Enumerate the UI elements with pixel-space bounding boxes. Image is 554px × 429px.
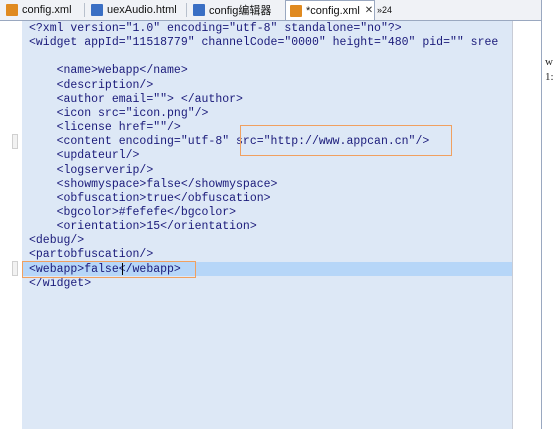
- tab-overflow-button[interactable]: »24: [377, 1, 392, 19]
- code-line[interactable]: </widget>: [29, 277, 91, 291]
- code-line[interactable]: <?xml version="1.0" encoding="utf-8" sta…: [29, 22, 402, 36]
- code-line[interactable]: <debug/>: [29, 234, 84, 248]
- outline-panel: w 1:: [541, 0, 554, 429]
- code-line[interactable]: <orientation>15</orientation>: [29, 220, 257, 234]
- tab-label: config编辑器: [209, 5, 272, 17]
- tab-config-xml-modified[interactable]: *config.xml ✕: [285, 0, 375, 20]
- change-marker: [12, 134, 18, 149]
- tab-config-editor[interactable]: config编辑器: [189, 1, 271, 19]
- editor-content[interactable]: <?xml version="1.0" encoding="utf-8" sta…: [22, 21, 512, 429]
- code-line[interactable]: <description/>: [29, 79, 154, 93]
- code-line[interactable]: <widget appId="11518779" channelCode="00…: [29, 36, 498, 50]
- code-line[interactable]: <icon src="icon.png"/>: [29, 107, 209, 121]
- src-callout-box: [240, 125, 452, 156]
- code-line[interactable]: <name>webapp</name>: [29, 64, 188, 78]
- html-file-icon: [91, 4, 103, 16]
- xml-editor[interactable]: <?xml version="1.0" encoding="utf-8" sta…: [0, 21, 541, 429]
- xml-file-icon: [290, 4, 302, 17]
- code-line[interactable]: <showmyspace>false</showmyspace>: [29, 178, 278, 192]
- tab-label: uexAudio.html: [107, 4, 177, 16]
- code-line[interactable]: <obfuscation>true</obfuscation>: [29, 192, 271, 206]
- code-line[interactable]: <license href=""/>: [29, 121, 181, 135]
- code-line[interactable]: <bgcolor>#fefefe</bgcolor>: [29, 206, 236, 220]
- close-icon[interactable]: ✕: [365, 5, 373, 16]
- tab-label: config.xml: [22, 4, 72, 16]
- xml-file-icon: [6, 4, 18, 16]
- code-line[interactable]: <author email=""> </author>: [29, 93, 243, 107]
- editor-gutter: [0, 21, 22, 429]
- overflow-count: »24: [377, 5, 393, 15]
- outline-text: w: [545, 56, 553, 68]
- change-marker: [12, 261, 18, 276]
- text-caret: [122, 263, 123, 275]
- editor-right-ruler: [512, 21, 541, 429]
- code-line[interactable]: <logserverip/>: [29, 164, 154, 178]
- tab-separator: [84, 3, 85, 17]
- tab-label: *config.xml: [306, 4, 360, 17]
- code-line[interactable]: <updateurl/>: [29, 149, 140, 163]
- tab-uexaudio-html[interactable]: uexAudio.html: [87, 1, 177, 19]
- webapp-callout-box: [22, 261, 196, 278]
- tab-config-xml[interactable]: config.xml: [2, 1, 72, 19]
- editor-icon: [193, 4, 205, 16]
- outline-text: 1:: [545, 71, 554, 83]
- editor-tab-bar: config.xml uexAudio.html config编辑器 *conf…: [0, 0, 554, 21]
- tab-separator: [186, 3, 187, 17]
